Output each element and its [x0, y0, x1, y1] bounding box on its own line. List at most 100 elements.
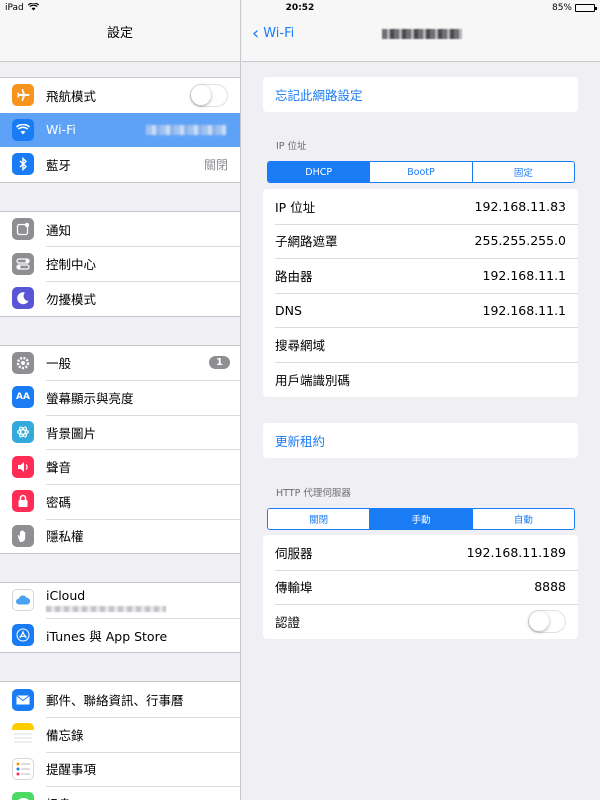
ip-info-row-2[interactable]: 子網路遮罩 255.255.255.0 — [263, 223, 578, 259]
sidebar-title: 設定 — [106, 26, 133, 41]
proxy-section-label: HTTP 代理伺服器 — [276, 488, 351, 499]
cloud-icon — [12, 589, 34, 612]
sidebar-item-label: 郵件、聯絡資訊、行事曆 — [46, 693, 184, 709]
renew-lease-button[interactable]: 更新租約 — [263, 423, 578, 458]
sidebar-item-g3-5[interactable]: 密碼 — [0, 483, 240, 519]
back-button[interactable]: ‹ Wi-Fi — [252, 23, 295, 44]
sidebar-item-label: 隱私權 — [46, 529, 84, 545]
sidebar-item-g3-1[interactable]: 一般 1 — [0, 346, 240, 381]
proxy-info-row-label: 伺服器 — [275, 545, 313, 561]
status-bar: iPad 20:52 85% — [0, 0, 600, 16]
sidebar-item-icloud[interactable]: iCloud — [0, 583, 240, 618]
ip-info-row-3[interactable]: 路由器 192.168.11.1 — [263, 258, 578, 293]
settings-group-5: 郵件、聯絡資訊、行事曆備忘錄提醒事項訊息 — [0, 681, 240, 800]
sidebar-item-g1-3[interactable]: 藍牙 關閉 — [0, 147, 240, 182]
ip-mode-segment-2[interactable]: BootP — [369, 162, 472, 182]
forget-network-card: 忘記此網路設定 — [263, 77, 578, 112]
settings-group-1: 飛航模式 Wi-Fi 藍牙 關閉 — [0, 77, 240, 183]
connected-network-redacted — [146, 124, 226, 135]
proxy-info-row-2[interactable]: 傳輸埠 8888 — [263, 569, 578, 605]
sidebar-item-g1-1[interactable]: 飛航模式 — [0, 78, 240, 113]
sidebar-item-wi-fi[interactable]: Wi-Fi — [0, 112, 240, 148]
ip-info-row-label: 搜尋網域 — [275, 338, 326, 354]
ip-info-row-value: 192.168.11.1 — [482, 302, 567, 318]
hand-icon — [12, 524, 34, 547]
bluetooth-icon — [12, 153, 34, 176]
wifi-detail-pane: ‹ Wi-Fi 忘記此網路設定 IP 位址 DHCP BootP 固定 IP 位址 1… — [242, 0, 600, 800]
renew-lease-card: 更新租約 — [263, 423, 578, 458]
icloud-account-redacted — [46, 606, 166, 613]
sidebar-item-label: 藍牙 — [46, 157, 72, 173]
airplane-mode-toggle[interactable] — [190, 83, 228, 107]
settings-group-4: iCloud iTunes 與 App Store — [0, 582, 240, 654]
back-label: Wi-Fi — [263, 26, 295, 41]
ip-info-row-label: DNS — [275, 302, 302, 318]
settings-group-2: 通知控制中心勿擾模式 — [0, 210, 240, 317]
proxy-info-row-3[interactable]: 認證 — [263, 604, 578, 639]
sidebar-item-g2-1[interactable]: 通知 — [0, 212, 240, 247]
sidebar-item-g5-2[interactable]: 備忘錄 — [0, 716, 240, 752]
sidebar-item-label: 背景圖片 — [46, 425, 97, 441]
sidebar-item-g3-6[interactable]: 隱私權 — [0, 518, 240, 554]
wallpaper-icon — [12, 421, 34, 444]
sidebar-item-g2-3[interactable]: 勿擾模式 — [0, 280, 240, 316]
proxy-mode-segment-1[interactable]: 關閉 — [268, 509, 370, 529]
ip-info-row-label: 路由器 — [275, 268, 313, 284]
proxy-mode-segment-2[interactable]: 手動 — [369, 509, 472, 529]
proxy-info-card: 伺服器 192.168.11.189 傳輸埠 8888 認證 — [263, 535, 578, 639]
proxy-info-row-label: 認證 — [275, 614, 301, 630]
ip-mode-segment-1[interactable]: DHCP — [268, 162, 370, 182]
reminders-icon — [12, 757, 34, 780]
sidebar-item-g2-2[interactable]: 控制中心 — [0, 246, 240, 281]
ip-info-row-5[interactable]: 搜尋網域 — [263, 327, 578, 362]
sidebar-item-label: iTunes 與 App Store — [46, 628, 168, 644]
speaker-icon — [12, 455, 34, 478]
ip-info-row-value: 255.255.255.0 — [474, 233, 566, 249]
sidebar-item-g5-4[interactable]: 訊息 — [0, 786, 240, 800]
control-center-icon — [12, 252, 34, 275]
sidebar-item-label: 密碼 — [46, 494, 72, 510]
notes-icon — [12, 723, 34, 746]
sidebar-item-label: 一般 — [46, 356, 72, 372]
mail-icon — [12, 688, 34, 711]
sidebar-item-g3-2[interactable]: AA 螢幕顯示與亮度 — [0, 380, 240, 415]
ip-section-label: IP 位址 — [276, 141, 307, 152]
ip-info-row-value: 192.168.11.1 — [482, 267, 567, 283]
icloud-text-group: iCloud — [46, 588, 240, 613]
display-icon: AA — [12, 386, 34, 409]
chevron-left-icon: ‹ — [252, 23, 260, 44]
ip-mode-segment-3[interactable]: 固定 — [471, 162, 574, 182]
sidebar-item-label: 通知 — [46, 222, 72, 238]
proxy-info-row-value: 8888 — [534, 579, 566, 595]
proxy-mode-segment-3[interactable]: 自動 — [471, 509, 574, 529]
sidebar-item-label: 提醒事項 — [46, 762, 97, 778]
ip-info-row-label: 子網路遮罩 — [275, 234, 338, 250]
battery-icon — [575, 4, 597, 12]
ip-info-row-4[interactable]: DNS 192.168.11.1 — [263, 292, 578, 328]
airplane-icon — [12, 84, 34, 107]
forget-network-button[interactable]: 忘記此網路設定 — [263, 77, 578, 112]
sidebar-item-g5-3[interactable]: 提醒事項 — [0, 751, 240, 787]
sidebar-item-label: 勿擾模式 — [46, 291, 97, 307]
sidebar-item-g5-1[interactable]: 郵件、聯絡資訊、行事曆 — [0, 682, 240, 717]
toggle-knob — [529, 610, 549, 631]
sidebar-item-g3-3[interactable]: 背景圖片 — [0, 414, 240, 450]
proxy-info-row-1[interactable]: 伺服器 192.168.11.189 — [263, 535, 578, 570]
ip-info-row-1[interactable]: IP 位址 192.168.11.83 — [263, 189, 578, 224]
settings-sidebar: 設定 飛航模式 Wi-Fi 藍牙 關閉通知控制中心勿擾模式一般 1 AA 螢幕顯示與亮度背景… — [0, 0, 241, 800]
sidebar-item-label: Wi-Fi — [46, 122, 76, 138]
notifications-icon — [12, 218, 34, 241]
gear-icon — [12, 351, 34, 374]
ip-info-row-label: 用戶端識別碼 — [275, 372, 351, 388]
authentication-toggle[interactable] — [528, 609, 566, 633]
forget-network-label: 忘記此網路設定 — [275, 87, 363, 103]
sidebar-item-label: 聲音 — [46, 460, 72, 476]
sidebar-item-itunes-app-store[interactable]: iTunes 與 App Store — [0, 617, 240, 653]
lock-icon — [12, 490, 34, 513]
messages-icon — [12, 792, 34, 800]
sidebar-item-g3-4[interactable]: 聲音 — [0, 449, 240, 484]
ip-info-row-6[interactable]: 用戶端識別碼 — [263, 361, 578, 397]
moon-icon — [12, 287, 34, 310]
proxy-info-row-label: 傳輸埠 — [275, 580, 313, 596]
battery-percent: 85% — [551, 3, 572, 13]
